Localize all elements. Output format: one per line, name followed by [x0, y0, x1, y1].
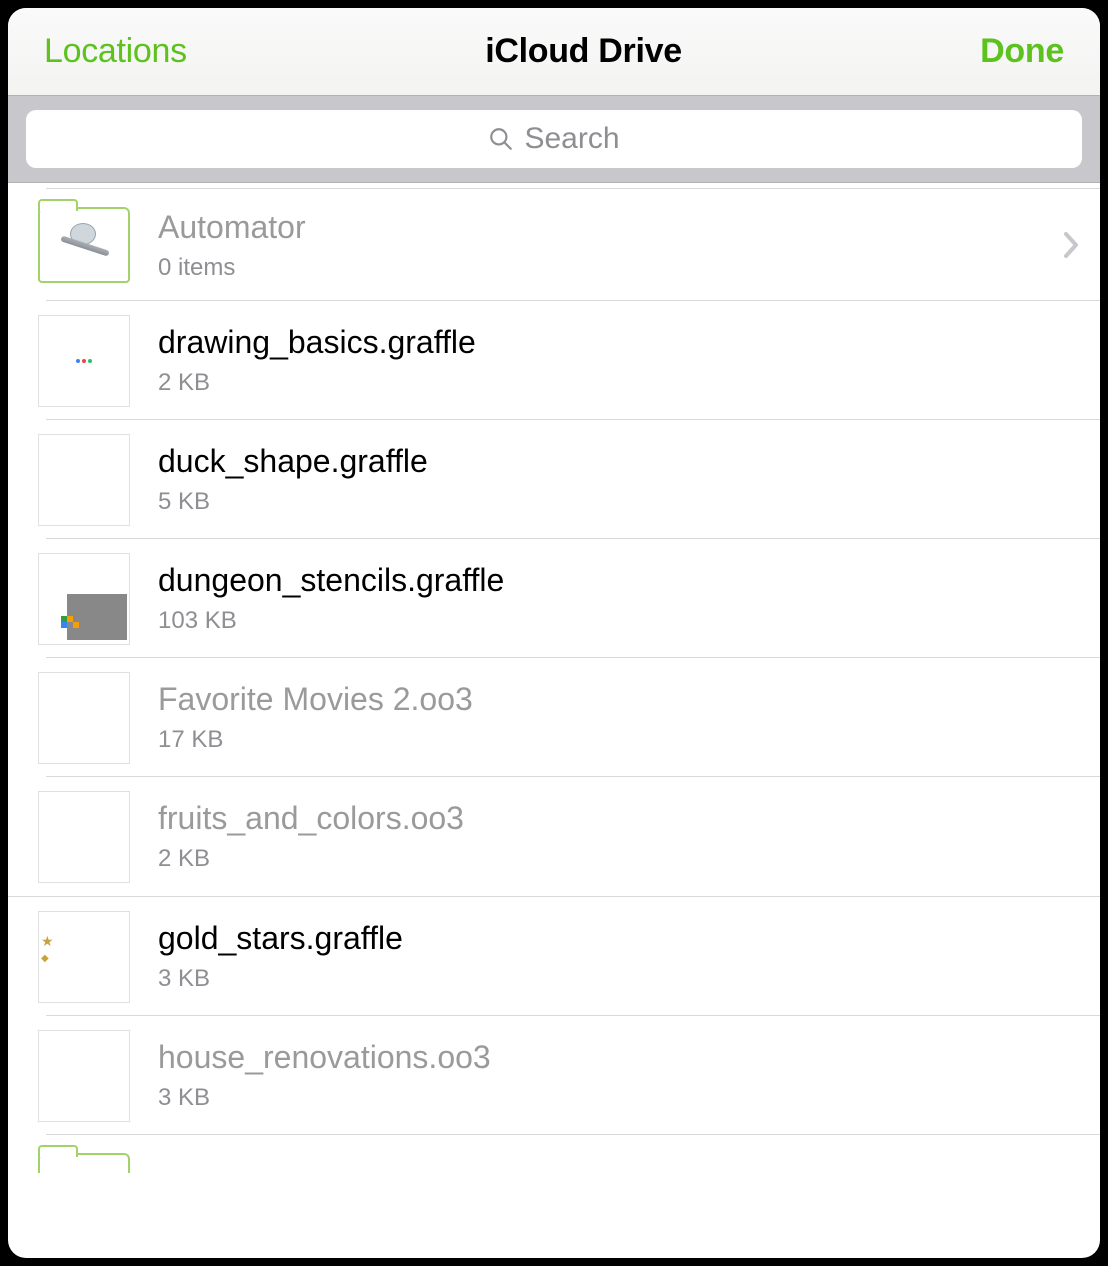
item-name: Favorite Movies 2.oo3	[158, 681, 1080, 718]
shapes-icon	[76, 359, 92, 363]
item-name: drawing_basics.graffle	[158, 324, 1080, 361]
item-name: dungeon_stencils.graffle	[158, 562, 1080, 599]
item-name: gold_stars.graffle	[158, 920, 1080, 957]
list-item[interactable]: dungeon_stencils.graffle 103 KB	[8, 539, 1100, 658]
file-thumbnail	[38, 672, 130, 764]
file-picker-window: Locations iCloud Drive Done Search Autom…	[8, 8, 1100, 1258]
list-item[interactable]: fruits_and_colors.oo3 2 KB	[8, 777, 1100, 896]
star-icon: ★◆	[39, 934, 54, 964]
item-detail: 2 KB	[158, 369, 1080, 397]
chevron-right-icon	[1062, 230, 1080, 260]
item-name: Automator	[158, 209, 1062, 246]
folder-icon	[38, 1153, 130, 1173]
search-icon	[488, 126, 514, 152]
file-thumbnail	[38, 553, 130, 645]
file-list: Automator 0 items drawing_basics.graffle…	[8, 183, 1100, 1173]
automator-app-icon	[60, 221, 108, 269]
file-thumbnail	[38, 1030, 130, 1122]
page-title: iCloud Drive	[485, 32, 682, 71]
list-item-folder[interactable]: Automator 0 items	[8, 189, 1100, 301]
search-bar-container: Search	[8, 96, 1100, 183]
file-thumbnail: ★◆	[38, 911, 130, 1003]
grid-icon	[67, 594, 127, 640]
file-thumbnail	[38, 434, 130, 526]
item-detail: 17 KB	[158, 726, 1080, 754]
list-item[interactable]: Favorite Movies 2.oo3 17 KB	[8, 658, 1100, 777]
item-detail: 0 items	[158, 254, 1062, 282]
search-placeholder: Search	[524, 122, 619, 156]
item-detail: 5 KB	[158, 488, 1080, 516]
item-detail: 3 KB	[158, 965, 1080, 993]
item-name: fruits_and_colors.oo3	[158, 800, 1080, 837]
done-button[interactable]: Done	[980, 32, 1064, 71]
item-detail: 2 KB	[158, 845, 1080, 873]
item-detail: 3 KB	[158, 1084, 1080, 1112]
list-item[interactable]: duck_shape.graffle 5 KB	[8, 420, 1100, 539]
search-input[interactable]: Search	[26, 110, 1082, 168]
locations-button[interactable]: Locations	[44, 32, 187, 71]
list-item[interactable]: ★◆ gold_stars.graffle 3 KB	[8, 897, 1100, 1016]
navigation-bar: Locations iCloud Drive Done	[8, 8, 1100, 96]
folder-icon	[38, 207, 130, 283]
file-thumbnail	[38, 315, 130, 407]
list-item[interactable]: drawing_basics.graffle 2 KB	[8, 301, 1100, 420]
item-name: house_renovations.oo3	[158, 1039, 1080, 1076]
item-detail: 103 KB	[158, 607, 1080, 635]
file-thumbnail	[38, 791, 130, 883]
item-name: duck_shape.graffle	[158, 443, 1080, 480]
list-item[interactable]: house_renovations.oo3 3 KB	[8, 1016, 1100, 1135]
